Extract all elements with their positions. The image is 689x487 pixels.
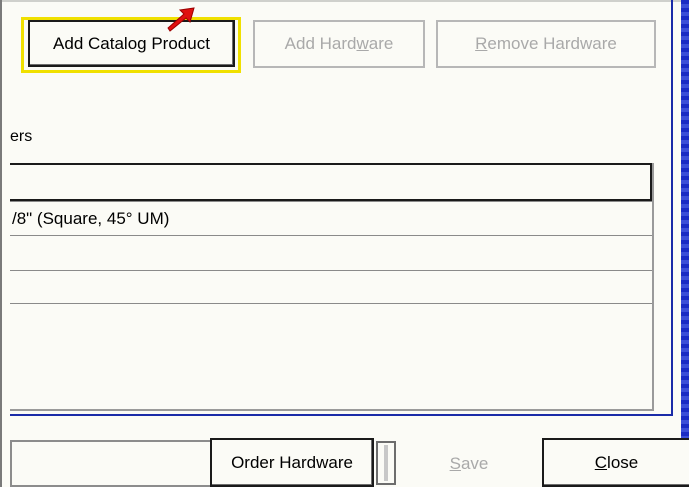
left-edge xyxy=(0,0,2,487)
add-catalog-product-label: Add Catalog Product xyxy=(53,33,210,53)
save-label: Save xyxy=(449,453,489,473)
grid-border-right xyxy=(671,0,673,416)
toggle-indicator xyxy=(384,445,388,481)
add-hardware-label: Add Hardware xyxy=(284,34,394,53)
grid-row[interactable]: /8" (Square, 45° UM) xyxy=(10,201,652,235)
grid-row[interactable] xyxy=(10,270,652,304)
grid-header-row[interactable] xyxy=(10,163,652,201)
grid-border-bottom xyxy=(10,414,673,416)
grid-row[interactable] xyxy=(10,235,652,269)
order-hardware-label: Order Hardware xyxy=(231,452,353,472)
close-label: Close xyxy=(594,452,639,472)
remove-hardware-button[interactable]: Remove Hardware xyxy=(436,20,656,68)
status-field xyxy=(10,440,210,487)
red-arrow-icon xyxy=(167,7,195,32)
close-button[interactable]: Close xyxy=(542,438,689,487)
top-edge xyxy=(0,0,681,2)
order-hardware-button[interactable]: Order Hardware xyxy=(210,438,374,487)
right-scroll-rail xyxy=(681,0,689,487)
add-hardware-button[interactable]: Add Hardware xyxy=(253,20,425,68)
save-button[interactable]: Save xyxy=(400,440,538,487)
grid-section-label: ers xyxy=(10,128,33,145)
remove-hardware-label: Remove Hardware xyxy=(475,34,617,53)
grid-cell: /8" (Square, 45° UM) xyxy=(12,208,170,228)
